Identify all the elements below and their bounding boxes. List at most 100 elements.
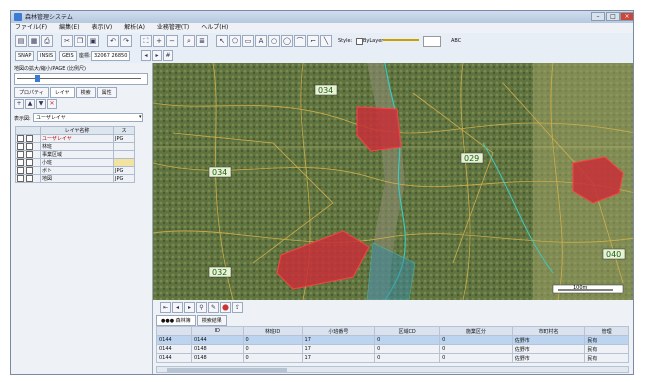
table-next-icon[interactable]: ▸ — [184, 302, 195, 313]
layer-visible-checkbox[interactable] — [17, 135, 24, 142]
line-style-swatch[interactable] — [383, 39, 419, 45]
layer-edit-checkbox[interactable] — [25, 167, 33, 174]
snap-button[interactable]: SNAP — [15, 51, 35, 61]
text-style-label[interactable]: ABC — [451, 38, 461, 44]
rectangle-icon[interactable]: ▭ — [242, 35, 254, 47]
layer-edit-checkbox[interactable] — [25, 135, 33, 142]
tab-attributes[interactable]: 属性 — [96, 87, 117, 98]
table-row[interactable]: 0144 0148 0 17 0 0 佐野市 民有 — [156, 344, 629, 354]
save-icon[interactable]: ▦ — [28, 35, 40, 47]
maximize-button[interactable]: □ — [606, 12, 620, 21]
column-header[interactable]: 小班番号 — [301, 326, 376, 336]
layer-up-icon[interactable]: ▲ — [25, 99, 35, 109]
layer-row[interactable]: 事業区域 — [15, 150, 135, 159]
menu-analysis[interactable]: 解析(A) — [124, 23, 145, 33]
layer-visible-checkbox[interactable] — [17, 167, 24, 174]
layer-row[interactable]: 地図 JPG — [15, 174, 135, 183]
menu-bar: ファイル(F) 編集(E) 表示(V) 解析(A) 业務管理(T) ヘルプ(H) — [11, 23, 633, 33]
column-header[interactable]: ID — [191, 326, 244, 336]
cut-icon[interactable]: ✂ — [61, 35, 73, 47]
layer-row[interactable]: 小班 — [15, 158, 135, 167]
layer-row[interactable]: 林班 — [15, 142, 135, 151]
scale-slider-track[interactable] — [14, 73, 148, 85]
arc-icon[interactable]: ⌒ — [294, 35, 306, 47]
text-icon[interactable]: A — [255, 35, 267, 47]
grid-icon[interactable]: # — [163, 50, 173, 61]
attribute-header-row: ID 林班ID 小班番号 区域CD 施業区分 市町村名 管理 — [156, 326, 629, 336]
layer-edit-checkbox[interactable] — [25, 159, 33, 166]
horizontal-scrollbar[interactable] — [156, 366, 629, 373]
arrow-right-icon[interactable]: ▸ — [152, 50, 162, 61]
layer-edit-checkbox[interactable] — [25, 151, 33, 158]
copy-icon[interactable]: ❐ — [74, 35, 86, 47]
layer-row[interactable]: ボト JPG — [15, 166, 135, 175]
tab-properties[interactable]: プロパティ — [14, 87, 49, 98]
menu-edit[interactable]: 編集(E) — [59, 23, 79, 33]
menu-view[interactable]: 表示(V) — [91, 23, 112, 33]
column-header[interactable]: 管理 — [584, 326, 629, 336]
line-icon[interactable]: ╲ — [320, 35, 332, 47]
table-row[interactable]: 0144 0148 0 17 0 0 佐野市 民有 — [156, 353, 629, 363]
undo-icon[interactable]: ↶ — [107, 35, 119, 47]
tab-search-results[interactable]: 検索結果 — [196, 315, 227, 326]
zoom-in-icon[interactable]: + — [153, 35, 165, 47]
layer-add-icon[interactable]: + — [14, 99, 24, 109]
layer-visible-checkbox[interactable] — [17, 159, 24, 166]
column-header[interactable]: 林班ID — [242, 326, 303, 336]
circle-icon[interactable]: ○ — [268, 35, 280, 47]
layer-visible-checkbox[interactable] — [17, 143, 24, 150]
menu-file[interactable]: ファイル(F) — [15, 23, 47, 33]
menu-business[interactable]: 业務管理(T) — [157, 23, 189, 33]
paste-icon[interactable]: ▣ — [87, 35, 99, 47]
select-arrow-icon[interactable]: ↖ — [216, 35, 228, 47]
tab-search[interactable]: 検索 — [75, 87, 96, 98]
zoom-extent-icon[interactable]: ⛶ — [140, 35, 152, 47]
color-swatch[interactable] — [423, 36, 441, 47]
tab-forest-register[interactable]: ●●● 森林簿 — [156, 315, 196, 326]
close-button[interactable]: × — [620, 12, 633, 21]
search-icon[interactable]: ⌕ — [183, 35, 195, 47]
table-first-icon[interactable]: ⇤ — [160, 302, 171, 313]
geis-button[interactable]: GEIS — [59, 51, 77, 61]
menu-help[interactable]: ヘルプ(H) — [201, 23, 228, 33]
minimize-button[interactable]: – — [591, 12, 605, 21]
table-edit-icon[interactable]: ✎ — [208, 302, 219, 313]
print-icon[interactable]: ⎙ — [41, 35, 53, 47]
table-pin-icon[interactable]: ⬤ — [220, 302, 231, 313]
layers-icon[interactable]: ≣ — [196, 35, 208, 47]
layer-edit-checkbox[interactable] — [25, 143, 33, 150]
ellipse-icon[interactable]: ◯ — [281, 35, 293, 47]
chevron-down-icon[interactable]: ▾ — [139, 113, 147, 122]
map-label: 029 — [464, 154, 479, 163]
polyline-icon[interactable]: ⌐ — [307, 35, 319, 47]
layer-edit-checkbox[interactable] — [25, 175, 33, 182]
redo-icon[interactable]: ↷ — [120, 35, 132, 47]
table-prev-icon[interactable]: ◂ — [172, 302, 183, 313]
table-export-icon[interactable]: ⇪ — [232, 302, 243, 313]
coordinate-field[interactable]: 32067 26850 — [91, 51, 131, 61]
scale-text: 100m — [573, 285, 588, 291]
map-canvas[interactable]: 034 034 032 029 040 100m — [153, 63, 634, 300]
layer-down-icon[interactable]: ▼ — [36, 99, 46, 109]
open-icon[interactable]: ▤ — [15, 35, 27, 47]
layer-row[interactable]: ユーザレイヤ JPG — [15, 134, 135, 143]
layer-select[interactable]: ユーザレイヤ — [33, 113, 143, 122]
scale-slider-thumb[interactable] — [35, 75, 40, 82]
table-row[interactable]: 0144 0144 0 17 0 0 佐野市 民有 — [156, 335, 629, 345]
arrow-left-icon[interactable]: ◂ — [141, 50, 151, 61]
scrollbar-thumb[interactable] — [167, 368, 287, 372]
map-view[interactable]: 034 034 032 029 040 100m — [153, 63, 634, 300]
tab-layers[interactable]: レイヤ — [49, 87, 75, 98]
attribute-table: ID 林班ID 小班番号 区域CD 施業区分 市町村名 管理 0144 0144… — [156, 326, 629, 363]
layer-delete-icon[interactable]: ✕ — [47, 99, 57, 109]
bylayer-checkbox[interactable] — [356, 38, 363, 45]
polygon-icon[interactable]: ⬠ — [229, 35, 241, 47]
column-header[interactable]: 施業区分 — [439, 326, 513, 336]
insis-button[interactable]: INSIS — [37, 51, 57, 61]
layer-visible-checkbox[interactable] — [17, 175, 24, 182]
zoom-out-icon[interactable]: − — [166, 35, 178, 47]
table-filter-icon[interactable]: ⚲ — [196, 302, 207, 313]
column-header[interactable]: 区域CD — [374, 326, 441, 336]
column-header[interactable]: 市町村名 — [511, 326, 586, 336]
layer-visible-checkbox[interactable] — [17, 151, 24, 158]
